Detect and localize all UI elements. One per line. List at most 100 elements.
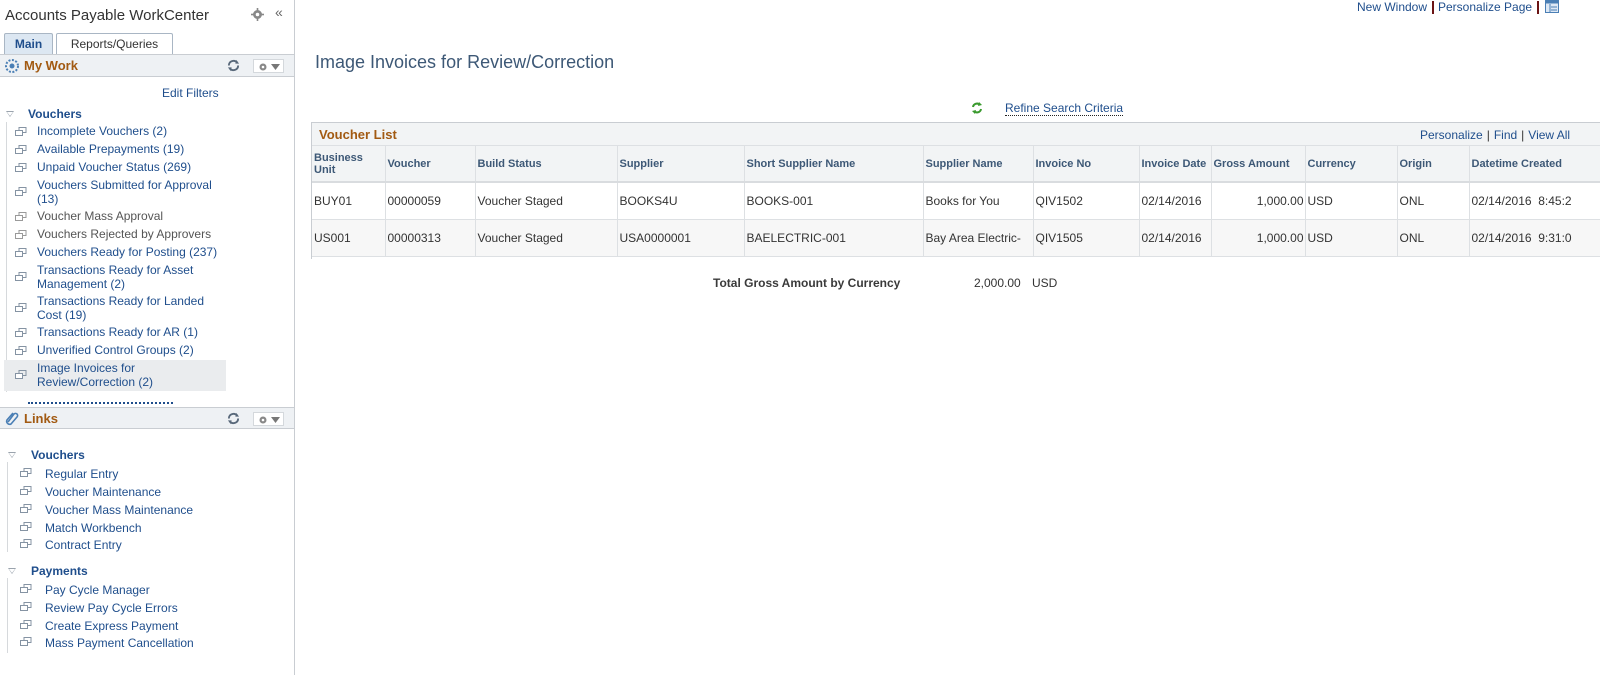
new-window-icon	[15, 272, 27, 281]
cell-business-unit: BUY01	[312, 182, 386, 220]
list-item[interactable]: Incomplete Vouchers (2)	[0, 124, 226, 142]
list-item[interactable]: Unpaid Voucher Status (269)	[0, 160, 226, 178]
refine-search-criteria-link[interactable]: Refine Search Criteria	[1005, 102, 1124, 116]
list-item[interactable]: Transactions Ready for Asset Management …	[0, 263, 226, 293]
clipped-list-item	[28, 400, 173, 407]
pagelet-options-menu[interactable]	[253, 412, 284, 426]
refresh-icon[interactable]	[227, 412, 240, 425]
incomplete-vouchers-link[interactable]: Incomplete Vouchers (2)	[37, 124, 222, 139]
list-item[interactable]: Create Express Payment	[0, 619, 260, 635]
total-gross-label: Total Gross Amount by Currency	[713, 276, 901, 290]
refresh-icon[interactable]	[227, 59, 240, 72]
separator: |	[1486, 128, 1490, 142]
new-window-link[interactable]: New Window	[1357, 0, 1427, 14]
cell-voucher-link[interactable]: 00000059	[385, 182, 476, 220]
find-link[interactable]: Find	[1494, 128, 1517, 142]
refresh-green-icon[interactable]	[970, 101, 984, 115]
my-work-section-vouchers[interactable]: Vouchers	[28, 107, 82, 121]
cell-datetime-created: 02/14/2016 8:45:2	[1469, 182, 1600, 220]
collapse-triangle-icon[interactable]	[8, 452, 16, 458]
my-work-list[interactable]: Incomplete Vouchers (2) Available Prepay…	[0, 122, 294, 407]
col-datetime-created[interactable]: Datetime Created	[1469, 146, 1600, 183]
review-pay-cycle-errors-link[interactable]: Review Pay Cycle Errors	[45, 601, 178, 615]
list-item[interactable]: Available Prepayments (19)	[0, 142, 226, 160]
new-window-icon	[15, 163, 27, 172]
collapse-pane-icon[interactable]: «	[275, 4, 283, 20]
col-origin[interactable]: Origin	[1397, 146, 1470, 183]
new-window-icon	[15, 230, 27, 239]
personalize-page-link[interactable]: Personalize Page	[1438, 0, 1532, 14]
list-item[interactable]: Contract Entry	[0, 538, 260, 554]
list-item[interactable]: Vouchers Submitted for Approval (13)	[0, 178, 226, 208]
list-item[interactable]: Pay Cycle Manager	[0, 583, 260, 599]
match-workbench-link[interactable]: Match Workbench	[45, 521, 142, 535]
unpaid-voucher-status-link[interactable]: Unpaid Voucher Status (269)	[37, 160, 222, 175]
links-section-vouchers[interactable]: Vouchers	[31, 448, 85, 462]
cell-invoice-date: 02/14/2016	[1139, 219, 1212, 257]
cell-origin: ONL	[1397, 219, 1470, 257]
transactions-ready-asset-mgmt-link[interactable]: Transactions Ready for Asset Management …	[37, 263, 222, 291]
cell-invoice-no: QIV1505	[1033, 219, 1140, 257]
cell-supplier-link[interactable]: BOOKS4U	[617, 182, 745, 220]
contract-entry-link[interactable]: Contract Entry	[45, 538, 122, 552]
personalize-grid-link[interactable]: Personalize	[1420, 128, 1483, 142]
voucher-mass-maintenance-link[interactable]: Voucher Mass Maintenance	[45, 503, 193, 517]
vouchers-submitted-for-approval-link[interactable]: Vouchers Submitted for Approval (13)	[37, 178, 222, 206]
unverified-control-groups-link[interactable]: Unverified Control Groups (2)	[37, 343, 222, 358]
table-row: US001 00000313 Voucher Staged USA0000001…	[312, 219, 1600, 257]
list-item[interactable]: Unverified Control Groups (2)	[0, 343, 226, 361]
list-item[interactable]: Mass Payment Cancellation	[0, 636, 260, 652]
pay-cycle-manager-link[interactable]: Pay Cycle Manager	[45, 583, 150, 597]
pagelet-options-menu[interactable]	[253, 59, 284, 73]
col-supplier[interactable]: Supplier	[617, 146, 745, 183]
mass-payment-cancellation-link[interactable]: Mass Payment Cancellation	[45, 636, 194, 650]
cell-build-status: Voucher Staged	[475, 182, 618, 220]
links-section-payments[interactable]: Payments	[31, 564, 88, 578]
tab-main[interactable]: Main	[4, 33, 53, 55]
col-voucher[interactable]: Voucher	[385, 146, 476, 183]
image-invoices-review-link[interactable]: Image Invoices for Review/Correction (2)	[37, 361, 222, 389]
list-item[interactable]: Match Workbench	[0, 521, 260, 537]
gear-icon[interactable]	[251, 8, 264, 21]
col-invoice-no[interactable]: Invoice No	[1033, 146, 1140, 183]
col-currency[interactable]: Currency	[1305, 146, 1398, 183]
collapse-triangle-icon[interactable]	[8, 568, 16, 574]
list-item[interactable]: Voucher Mass Maintenance	[0, 503, 260, 519]
col-invoice-date[interactable]: Invoice Date	[1139, 146, 1212, 183]
voucher-maintenance-link[interactable]: Voucher Maintenance	[45, 485, 161, 499]
transactions-ready-landed-cost-link[interactable]: Transactions Ready for Landed Cost (19)	[37, 294, 222, 322]
vouchers-ready-for-posting-link[interactable]: Vouchers Ready for Posting (237)	[37, 245, 222, 260]
col-short-supplier-name[interactable]: Short Supplier Name	[744, 146, 924, 183]
new-window-icon	[20, 486, 32, 495]
list-item[interactable]: Voucher Maintenance	[0, 485, 260, 501]
list-item[interactable]: Review Pay Cycle Errors	[0, 601, 260, 617]
edit-filters-link[interactable]: Edit Filters	[162, 86, 219, 100]
cell-supplier-link[interactable]: USA0000001	[617, 219, 745, 257]
list-item-selected[interactable]: Image Invoices for Review/Correction (2)	[4, 360, 226, 391]
vouchers-rejected-label: Vouchers Rejected by Approvers	[37, 227, 212, 241]
grid-nav: Personalize | Find | View All	[1420, 128, 1570, 142]
transactions-ready-ar-link[interactable]: Transactions Ready for AR (1)	[37, 325, 222, 340]
collapse-triangle-icon[interactable]	[6, 111, 14, 117]
new-window-icon	[15, 212, 27, 221]
list-item[interactable]: Transactions Ready for AR (1)	[0, 325, 226, 343]
cell-origin: ONL	[1397, 182, 1470, 220]
list-item[interactable]: Transactions Ready for Landed Cost (19)	[0, 294, 226, 324]
view-all-link[interactable]: View All	[1528, 128, 1570, 142]
available-prepayments-link[interactable]: Available Prepayments (19)	[37, 142, 222, 157]
list-item[interactable]: Vouchers Ready for Posting (237)	[0, 245, 226, 263]
workcenter-pane: Accounts Payable WorkCenter « Main Repor…	[0, 0, 295, 675]
col-build-status[interactable]: Build Status	[475, 146, 618, 183]
list-item[interactable]: Regular Entry	[0, 467, 260, 483]
regular-entry-link[interactable]: Regular Entry	[45, 467, 118, 481]
tab-reports-queries[interactable]: Reports/Queries	[56, 33, 173, 55]
cell-voucher-link[interactable]: 00000313	[385, 219, 476, 257]
col-business-unit[interactable]: Business Unit	[312, 146, 386, 183]
col-supplier-name[interactable]: Supplier Name	[923, 146, 1034, 183]
new-window-icon	[15, 248, 27, 257]
create-express-payment-link[interactable]: Create Express Payment	[45, 619, 178, 633]
col-gross-amount[interactable]: Gross Amount	[1211, 146, 1306, 183]
new-window-icon	[20, 584, 32, 593]
page-layout-icon[interactable]	[1545, 0, 1559, 13]
new-window-icon	[15, 370, 27, 379]
